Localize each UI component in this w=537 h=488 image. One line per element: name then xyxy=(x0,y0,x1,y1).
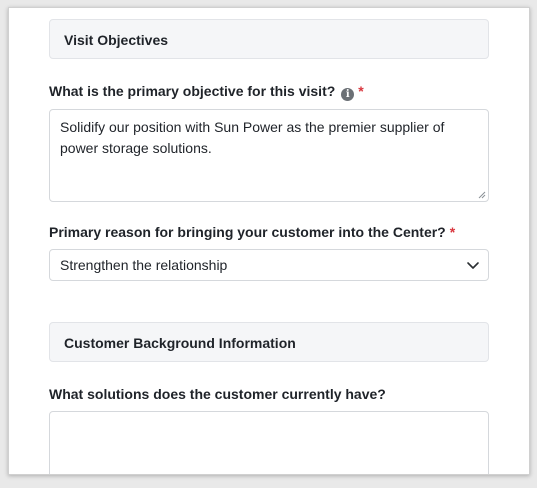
chevron-down-icon[interactable] xyxy=(466,259,480,271)
resize-grip-icon[interactable] xyxy=(478,191,486,199)
select-value: Strengthen the relationship xyxy=(60,257,228,273)
primary-reason-select[interactable]: Strengthen the relationship xyxy=(49,249,489,281)
info-icon[interactable]: i xyxy=(341,88,355,101)
section-header-customer-background: Customer Background Information xyxy=(49,322,489,362)
primary-objective-textarea[interactable]: Solidify our position with Sun Power as … xyxy=(49,109,489,202)
required-marker: * xyxy=(449,224,456,240)
current-solutions-label: What solutions does the customer current… xyxy=(49,385,386,403)
section-title: Customer Background Information xyxy=(64,335,296,351)
current-solutions-textarea[interactable] xyxy=(49,411,489,474)
question-text: What solutions does the customer current… xyxy=(49,386,386,402)
question-text: What is the primary objective for this v… xyxy=(49,83,336,99)
section-title: Visit Objectives xyxy=(64,32,169,48)
required-marker: * xyxy=(358,83,364,99)
primary-objective-label: What is the primary objective for this v… xyxy=(49,82,364,101)
primary-reason-label: Primary reason for bringing your custome… xyxy=(49,223,455,241)
textarea-value: Solidify our position with Sun Power as … xyxy=(60,119,445,156)
section-header-visit-objectives: Visit Objectives xyxy=(49,19,489,59)
question-text: Primary reason for bringing your custome… xyxy=(49,224,446,240)
form-window: Visit Objectives What is the primary obj… xyxy=(8,7,530,475)
